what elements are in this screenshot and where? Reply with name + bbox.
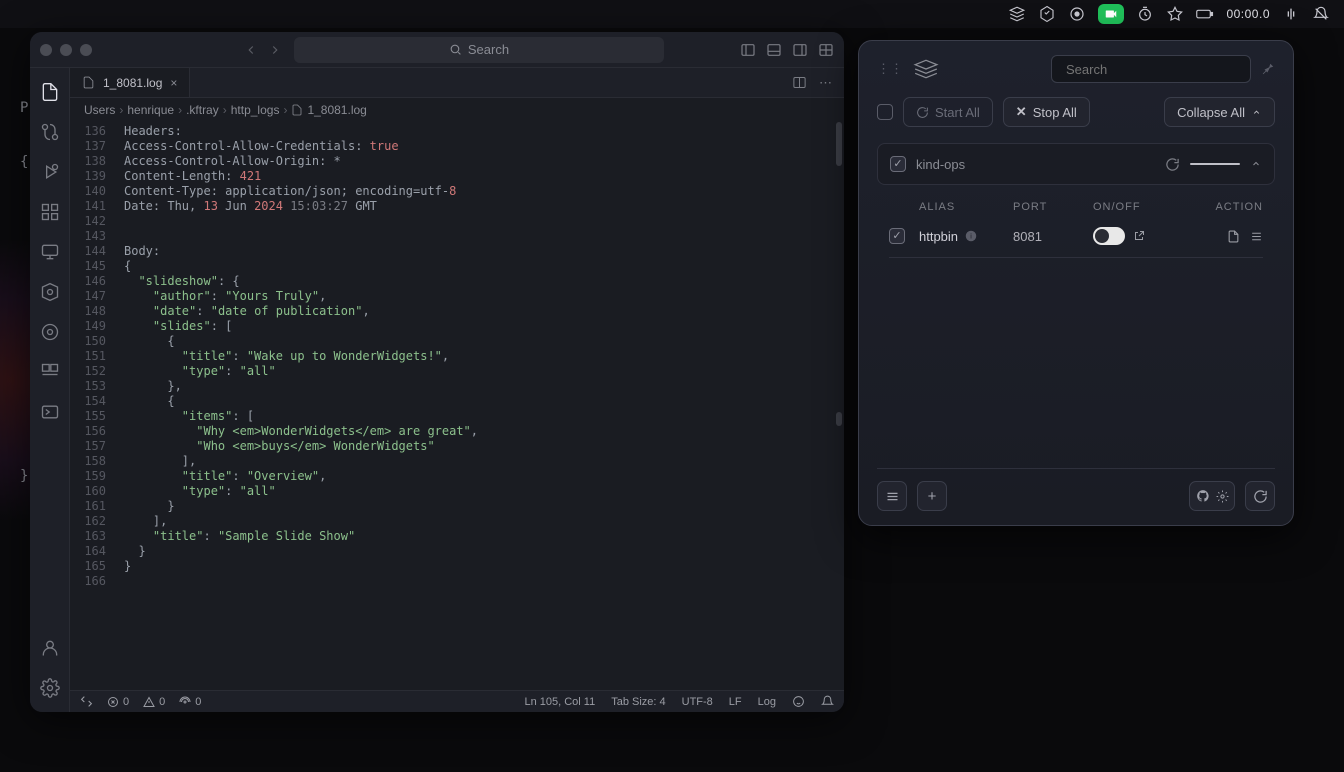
onoff-toggle[interactable] <box>1093 227 1125 245</box>
bg-char: } <box>20 468 28 484</box>
remote-button[interactable] <box>80 695 93 708</box>
nav-back-icon[interactable] <box>244 43 258 57</box>
layout-right-icon[interactable] <box>792 42 808 58</box>
bg-char: P <box>20 100 28 116</box>
chevron-down-icon[interactable] <box>1250 158 1262 170</box>
info-icon[interactable]: i <box>964 229 978 243</box>
editor-window: Search 1_8081 <box>30 32 844 712</box>
activity-icon-9[interactable] <box>40 402 60 422</box>
group-indicator <box>1190 163 1240 165</box>
close-tab-icon[interactable]: × <box>170 76 177 90</box>
activity-icon-7[interactable] <box>40 322 60 342</box>
panel-search-input[interactable] <box>1066 62 1242 77</box>
start-all-button[interactable]: Start All <box>903 97 993 127</box>
tray-icon-5[interactable] <box>1166 5 1184 23</box>
bell-icon[interactable] <box>821 695 834 708</box>
notifications-icon[interactable] <box>1312 5 1330 23</box>
language-mode[interactable]: Log <box>758 696 776 708</box>
add-button[interactable]: + <box>917 481 947 511</box>
feedback-icon[interactable] <box>792 695 805 708</box>
menu-button[interactable] <box>877 481 907 511</box>
recording-timer: 00:00.0 <box>1226 7 1270 21</box>
pin-icon[interactable] <box>1261 62 1275 76</box>
select-all-checkbox[interactable] <box>877 104 893 120</box>
extensions-icon[interactable] <box>40 202 60 222</box>
tab-label: 1_8081.log <box>103 76 162 90</box>
layout-left-icon[interactable] <box>740 42 756 58</box>
encoding[interactable]: UTF-8 <box>682 696 713 708</box>
traffic-lights[interactable] <box>40 44 92 56</box>
kftray-panel: ⋮⋮ Start All ✕ Stop All Collapse All kin… <box>858 40 1294 526</box>
more-actions-icon[interactable]: ⋯ <box>819 75 832 91</box>
alias-label: httpbin <box>919 229 958 244</box>
remote-icon[interactable] <box>40 242 60 262</box>
table-row: httpbin i 8081 <box>877 219 1275 253</box>
row-checkbox[interactable] <box>889 228 905 244</box>
bg-char: { <box>20 154 28 170</box>
group-refresh-icon[interactable] <box>1165 157 1180 172</box>
errors-count[interactable]: 0 <box>107 696 129 708</box>
panel-search[interactable] <box>1051 55 1251 83</box>
macos-menubar: 00:00.0 <box>0 0 1344 28</box>
activity-icon-6[interactable] <box>40 282 60 302</box>
log-icon[interactable] <box>1227 230 1240 243</box>
table-header: Alias Port On/Off Action <box>877 195 1275 219</box>
tab-bar: 1_8081.log × ⋯ <box>70 68 844 98</box>
screen-record-button[interactable] <box>1098 4 1124 24</box>
scrollbar-thumb[interactable] <box>836 122 842 166</box>
group-title: kind-ops <box>916 157 965 172</box>
tray-icon-1[interactable] <box>1008 5 1026 23</box>
group-checkbox[interactable] <box>890 156 906 172</box>
timer-icon[interactable] <box>1136 5 1154 23</box>
refresh-button[interactable] <box>1245 481 1275 511</box>
battery-icon[interactable] <box>1196 5 1214 23</box>
activity-bar <box>30 68 70 712</box>
github-settings-button[interactable] <box>1189 481 1235 511</box>
port-value: 8081 <box>1013 229 1093 244</box>
row-menu-icon[interactable] <box>1250 230 1263 243</box>
activity-icon-8[interactable] <box>40 362 60 382</box>
tab-file[interactable]: 1_8081.log × <box>70 68 190 97</box>
tray-icon-2[interactable] <box>1038 5 1056 23</box>
command-search[interactable]: Search <box>294 37 664 63</box>
status-bar: 0 0 0 Ln 105, Col 11 Tab Size: 4 UTF-8 L… <box>70 690 844 712</box>
debug-icon[interactable] <box>40 162 60 182</box>
eol[interactable]: LF <box>729 696 742 708</box>
account-icon[interactable] <box>40 638 60 658</box>
breadcrumbs[interactable]: Users› henrique› .kftray› http_logs› 1_8… <box>70 98 844 122</box>
source-control-icon[interactable] <box>40 122 60 142</box>
cursor-position[interactable]: Ln 105, Col 11 <box>524 696 595 708</box>
explorer-icon[interactable] <box>40 82 60 102</box>
ports-count[interactable]: 0 <box>179 696 201 708</box>
record-indicator-icon[interactable] <box>1068 5 1086 23</box>
drag-handle-icon[interactable]: ⋮⋮ <box>877 61 903 77</box>
open-link-icon[interactable] <box>1133 230 1145 242</box>
nav-forward-icon[interactable] <box>268 43 282 57</box>
tab-size[interactable]: Tab Size: 4 <box>611 696 665 708</box>
collapse-all-button[interactable]: Collapse All <box>1164 97 1275 127</box>
config-group: kind-ops <box>877 143 1275 185</box>
warnings-count[interactable]: 0 <box>143 696 165 708</box>
window-titlebar: Search <box>30 32 844 68</box>
layout-grid-icon[interactable] <box>818 42 834 58</box>
scrollbar-mark <box>836 412 842 426</box>
settings-gear-icon[interactable] <box>40 678 60 698</box>
layout-bottom-icon[interactable] <box>766 42 782 58</box>
audio-levels-icon[interactable] <box>1282 5 1300 23</box>
app-logo-icon <box>913 59 939 79</box>
stop-all-button[interactable]: ✕ Stop All <box>1003 97 1090 127</box>
split-editor-icon[interactable] <box>792 75 807 90</box>
editor-area[interactable]: 1361371381391401411421431441451461471481… <box>70 122 844 690</box>
search-placeholder: Search <box>468 42 509 57</box>
